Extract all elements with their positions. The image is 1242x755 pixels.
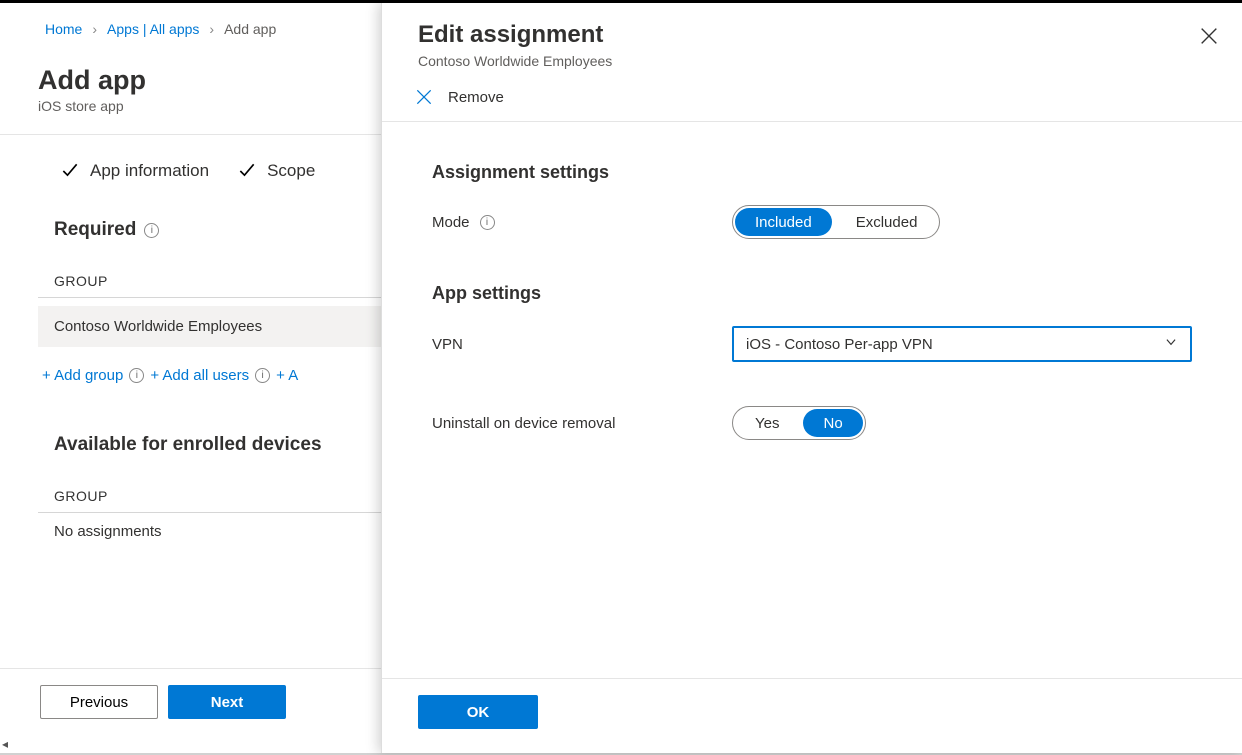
panel-header: Edit assignment Contoso Worldwide Employ… [382,3,1242,73]
panel-body: Assignment settings Mode i Included Excl… [382,122,1242,678]
mode-excluded[interactable]: Excluded [834,206,940,238]
check-icon [237,161,257,181]
step-label: App information [90,161,209,181]
uninstall-yes[interactable]: Yes [733,407,801,439]
assignment-settings-heading: Assignment settings [432,162,1192,183]
info-icon[interactable]: i [480,215,495,230]
uninstall-no[interactable]: No [803,409,862,437]
panel-subtitle: Contoso Worldwide Employees [418,49,1206,69]
edit-assignment-panel: Edit assignment Contoso Worldwide Employ… [381,3,1242,753]
uninstall-row: Uninstall on device removal Yes No [432,406,1192,440]
vpn-value: iOS - Contoso Per-app VPN [746,336,933,353]
app-settings-heading: App settings [432,283,1192,304]
info-icon[interactable]: i [255,368,270,383]
step-label: Scope [267,161,315,181]
remove-label: Remove [448,89,504,106]
previous-button[interactable]: Previous [40,685,158,719]
section-required-label: Required [54,219,136,241]
vpn-label: VPN [432,336,463,353]
breadcrumb-current: Add app [224,21,276,37]
uninstall-label: Uninstall on device removal [432,415,615,432]
mode-label: Mode [432,214,470,231]
info-icon[interactable]: i [144,223,159,238]
breadcrumb-sep-1: › [92,21,97,37]
breadcrumb-apps[interactable]: Apps | All apps [107,21,199,37]
ok-button[interactable]: OK [418,695,538,729]
uninstall-toggle[interactable]: Yes No [732,406,866,440]
add-all-users-link[interactable]: + Add all users [150,367,249,384]
scroll-left-icon[interactable]: ◂ [2,737,8,751]
panel-footer: OK [382,678,1242,753]
chevron-down-icon [1164,335,1178,353]
mode-row: Mode i Included Excluded [432,205,1192,239]
panel-title: Edit assignment [418,21,1206,49]
step-app-information[interactable]: App information [60,161,209,181]
vpn-dropdown[interactable]: iOS - Contoso Per-app VPN [732,326,1192,362]
check-icon [60,161,80,181]
mode-toggle[interactable]: Included Excluded [732,205,940,239]
breadcrumb-sep-2: › [209,21,214,37]
close-icon[interactable] [1198,25,1222,49]
add-group-link[interactable]: + Add group [42,367,123,384]
mode-included[interactable]: Included [735,208,832,236]
section-available-label: Available for enrolled devices [54,434,322,456]
step-scope[interactable]: Scope [237,161,315,181]
next-button[interactable]: Next [168,685,286,719]
info-icon[interactable]: i [129,368,144,383]
remove-button[interactable]: Remove [382,73,1242,121]
breadcrumb-home[interactable]: Home [45,21,82,37]
vpn-row: VPN iOS - Contoso Per-app VPN [432,326,1192,362]
add-more-link[interactable]: + A [276,367,298,384]
